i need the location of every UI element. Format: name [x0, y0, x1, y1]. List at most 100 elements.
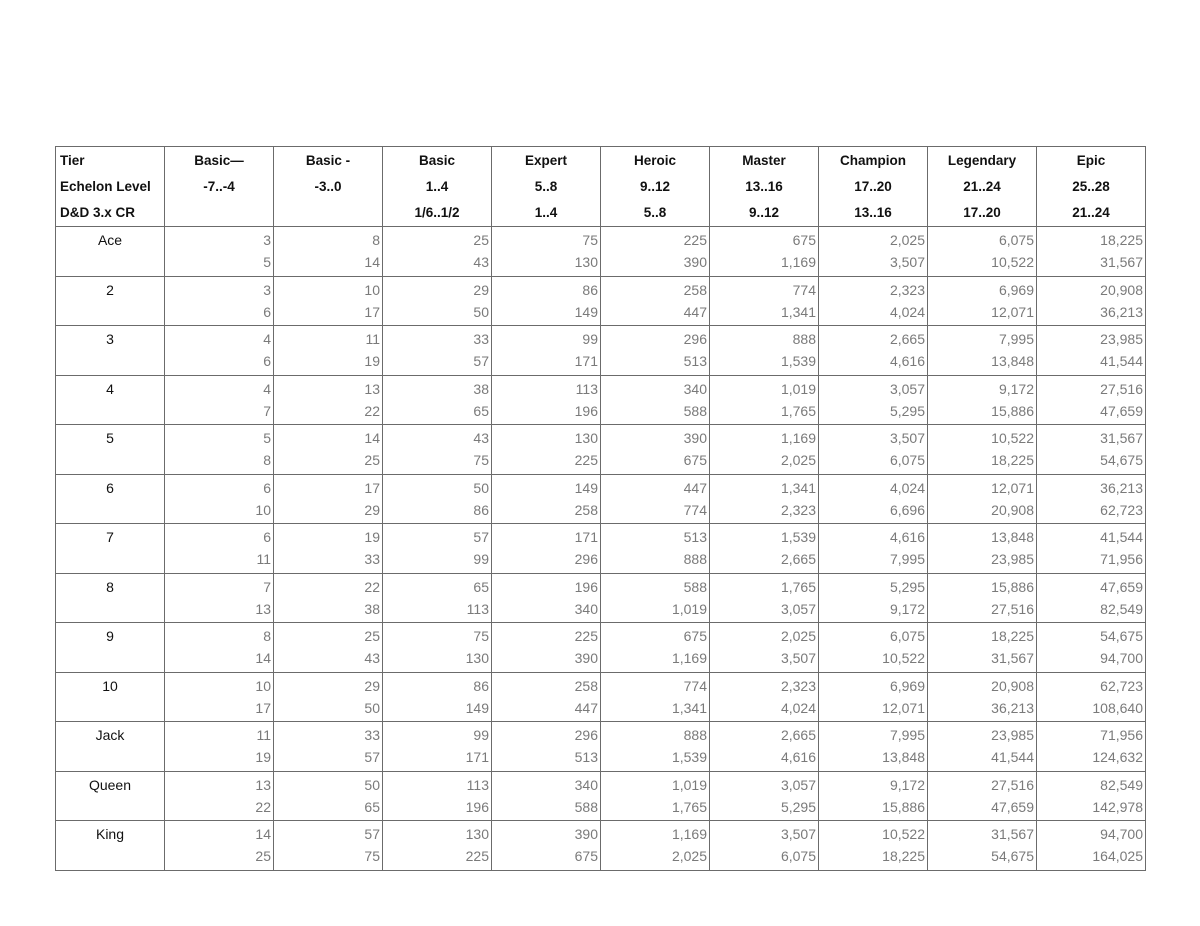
value-top: 8 — [263, 628, 271, 644]
value-cell: 14 25 — [273, 424, 383, 475]
value-top: 3,057 — [780, 776, 816, 793]
table-row: 5 5 8 14 25 43 75 130 225 390 675 1,169 2,025 3,507 6,… — [55, 424, 1146, 475]
value-top: 296 — [683, 331, 707, 347]
value-cell: 6,969 12,071 — [818, 671, 928, 722]
value-cell: 7 13 — [164, 572, 274, 623]
value-bottom: 675 — [683, 452, 707, 468]
value-bottom: 22 — [364, 402, 380, 419]
value-cell: 1,019 1,765 — [709, 374, 819, 425]
value-top: 113 — [575, 380, 598, 397]
value-cell: 75 130 — [382, 622, 492, 673]
value-bottom: 3,507 — [780, 650, 816, 666]
row-label-cell: Ace — [55, 226, 165, 277]
value-top: 13 — [255, 776, 271, 793]
value-cell: 58 — [164, 424, 274, 475]
value-top: 6,969 — [889, 677, 925, 694]
value-top: 19 — [364, 529, 380, 545]
table-row: Queen 13 22 50 65 113 196 340 588 1,019 1,765 3,057… — [55, 770, 1146, 821]
tier-name: Legendary — [947, 153, 1017, 168]
value-bottom: 31,567 — [991, 650, 1034, 666]
value-cell: 2,323 4,024 — [818, 275, 928, 326]
value-top: 65 — [473, 578, 489, 595]
table-row: 4 4 7 13 22 38 65 113 196 340 588 1,019 1,765 3,057 5,… — [55, 374, 1146, 425]
value-bottom: 1,765 — [780, 402, 816, 419]
value-top: 513 — [683, 529, 707, 545]
value-top: 1,539 — [780, 529, 816, 545]
value-cell: 38 65 — [382, 374, 492, 425]
value-top: 1,765 — [780, 578, 816, 595]
value-bottom: 10,522 — [882, 650, 925, 666]
value-top: 390 — [574, 826, 598, 842]
value-top: 149 — [574, 479, 598, 496]
value-top: 54,675 — [1100, 628, 1143, 644]
value-cell: 99 171 — [491, 325, 601, 376]
value-bottom: 4,616 — [889, 353, 925, 369]
value-top: 4 — [263, 380, 271, 397]
card-rank-label: Queen — [88, 776, 132, 793]
value-top: 2,323 — [889, 281, 925, 298]
value-top: 1,019 — [780, 380, 816, 397]
value-cell: 10 17 — [273, 275, 383, 326]
card-rank-label: 7 — [106, 529, 114, 545]
table-row: 3 4 6 11 19 33 57 99 171 296 513 888 1,539 2,665 4,616… — [55, 325, 1146, 376]
value-top: 5,295 — [889, 578, 925, 595]
value-top: 113 — [466, 776, 489, 793]
value-bottom: 19 — [255, 749, 271, 765]
tier-name: Basic— — [194, 153, 244, 168]
value-cell: 3,507 6,075 — [709, 820, 819, 871]
table-row: 10 10 17 29 50 86 149 258 447 774 1,341 2,323 4,024 6… — [55, 671, 1146, 722]
value-bottom: 33 — [364, 551, 380, 567]
value-top: 57 — [364, 826, 380, 842]
value-top: 225 — [574, 628, 598, 644]
value-bottom: 124,632 — [1092, 749, 1143, 765]
value-cell: 340 588 — [600, 374, 710, 425]
row-label-cell: Jack — [55, 721, 165, 772]
value-cell: 6 10 — [164, 473, 274, 524]
value-top: 5 — [263, 430, 271, 446]
value-cell: 2,665 4,616 — [818, 325, 928, 376]
value-cell: 22 38 — [273, 572, 383, 623]
value-bottom: 142,978 — [1092, 798, 1143, 815]
value-bottom: 3,057 — [780, 600, 816, 617]
value-cell: 86 149 — [382, 671, 492, 722]
value-cell: 57 99 — [382, 523, 492, 574]
card-rank-label: 5 — [106, 430, 114, 446]
value-bottom: 15,886 — [991, 402, 1034, 419]
value-top: 33 — [473, 331, 489, 347]
value-bottom: 13 — [255, 600, 271, 617]
value-top: 9,172 — [998, 380, 1034, 397]
value-cell: 4,616 7,995 — [818, 523, 928, 574]
value-cell: 46 — [164, 325, 274, 376]
value-bottom: 6,075 — [780, 848, 816, 864]
value-bottom: 888 — [683, 551, 707, 567]
value-cell: 1,169 2,025 — [600, 820, 710, 871]
card-rank-label: 10 — [102, 677, 118, 694]
echelon-level: 25..28 — [1072, 179, 1110, 194]
value-cell: 130 225 — [491, 424, 601, 475]
value-cell: 15,886 27,516 — [927, 572, 1037, 623]
value-bottom: 17 — [364, 303, 380, 320]
value-top: 258 — [574, 677, 598, 694]
cr-range: 17..20 — [963, 205, 1001, 220]
value-bottom: 10 — [255, 501, 271, 518]
value-cell: 50 65 — [273, 770, 383, 821]
value-cell: 13,848 23,985 — [927, 523, 1037, 574]
table-row: King 14 25 57 75 130 225 390 675 1,169 2,025 3,507 6… — [55, 820, 1146, 871]
value-bottom: 22 — [255, 798, 271, 815]
value-cell: 774 1,341 — [709, 275, 819, 326]
value-cell: 33 57 — [382, 325, 492, 376]
value-top: 23,985 — [991, 727, 1034, 743]
value-bottom: 94,700 — [1100, 650, 1143, 666]
value-bottom: 164,025 — [1092, 848, 1143, 864]
echelon-level: -7..-4 — [203, 179, 235, 194]
value-bottom: 149 — [574, 303, 598, 320]
value-bottom: 19 — [364, 353, 380, 369]
value-bottom: 6 — [263, 353, 271, 369]
value-cell: 1,341 2,323 — [709, 473, 819, 524]
echelon-level: -3..0 — [314, 179, 342, 194]
value-bottom: 225 — [465, 848, 489, 864]
value-top: 390 — [683, 430, 707, 446]
value-bottom: 9,172 — [889, 600, 925, 617]
value-cell: 13 22 — [164, 770, 274, 821]
value-bottom: 82,549 — [1100, 600, 1143, 617]
